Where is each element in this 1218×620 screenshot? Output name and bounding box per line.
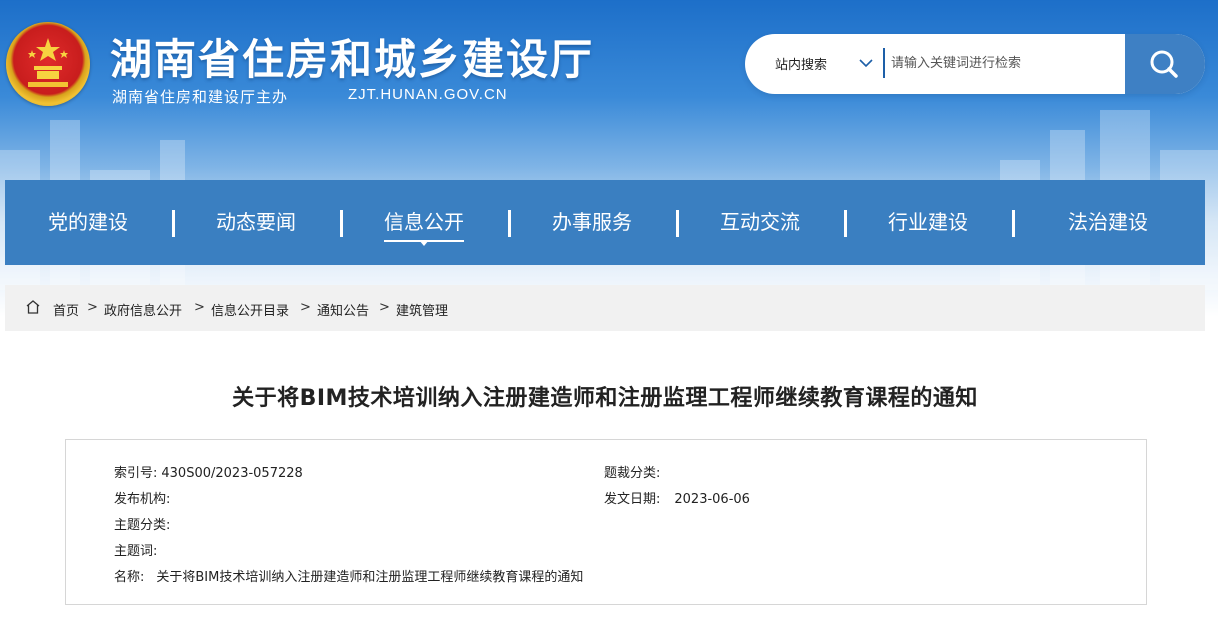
breadcrumb-info-catalog[interactable]: 信息公开目录 [211, 300, 289, 319]
site-title: 湖南省住房和城乡建设厅 [110, 35, 595, 84]
meta-date: 发文日期: 2023-06-06 [604, 488, 750, 507]
nav-label: 信息公开 [384, 210, 464, 242]
site-header: 湖南省住房和城乡建设厅 湖南省住房和建设厅主办 ZJT.HUNAN.GOV.CN… [0, 0, 1218, 440]
meta-publisher: 发布机构: [114, 488, 174, 507]
site-domain: ZJT.HUNAN.GOV.CN [348, 86, 508, 103]
breadcrumb-gov-info[interactable]: 政府信息公开 [104, 300, 182, 319]
active-caret-icon [419, 240, 429, 246]
meta-name-value: 关于将BIM技术培训纳入注册建造师和注册监理工程师继续教育课程的通知 [156, 570, 584, 585]
document-metadata: 索引号: 430S00/2023-057228 题裁分类: 发布机构: 发文日期:… [65, 439, 1147, 605]
nav-separator [508, 210, 511, 237]
article-title: 关于将BIM技术培训纳入注册建造师和注册监理工程师继续教育课程的通知 [232, 386, 978, 411]
breadcrumb-separator: > [379, 300, 390, 315]
breadcrumb-construction-mgmt[interactable]: 建筑管理 [396, 300, 448, 319]
home-icon[interactable] [24, 298, 42, 316]
nav-label: 动态要闻 [216, 210, 296, 234]
national-emblem-icon [6, 22, 90, 106]
nav-separator [844, 210, 847, 237]
nav-item-party-building[interactable]: 党的建设 [13, 180, 163, 265]
breadcrumb-home[interactable]: 首页 [53, 300, 79, 319]
nav-item-interaction[interactable]: 互动交流 [685, 180, 835, 265]
nav-item-info-disclosure[interactable]: 信息公开 [349, 180, 499, 265]
meta-category-label: 题裁分类: [604, 466, 661, 481]
nav-separator [340, 210, 343, 237]
meta-date-value: 2023-06-06 [674, 492, 750, 507]
nav-item-rule-of-law[interactable]: 法治建设 [1033, 180, 1183, 265]
meta-index-label: 索引号: [114, 466, 158, 481]
breadcrumb-separator: > [300, 300, 311, 315]
search-icon [1150, 50, 1178, 78]
meta-keywords: 主题词: [114, 540, 161, 559]
nav-separator [1012, 210, 1015, 237]
meta-date-label: 发文日期: [604, 492, 661, 507]
meta-name: 名称: 关于将BIM技术培训纳入注册建造师和注册监理工程师继续教育课程的通知 [114, 566, 583, 585]
nav-label: 行业建设 [888, 210, 968, 234]
chevron-down-icon[interactable] [857, 54, 875, 72]
nav-label: 办事服务 [552, 210, 632, 234]
search-input[interactable] [891, 48, 1117, 78]
search-divider [883, 48, 885, 78]
nav-item-industry[interactable]: 行业建设 [853, 180, 1003, 265]
meta-category: 题裁分类: [604, 462, 664, 481]
meta-index: 索引号: 430S00/2023-057228 [114, 462, 303, 481]
nav-label: 互动交流 [720, 210, 800, 234]
nav-label: 党的建设 [48, 210, 128, 234]
search-button[interactable] [1125, 34, 1205, 94]
meta-index-value: 430S00/2023-057228 [161, 466, 303, 481]
breadcrumb-notices[interactable]: 通知公告 [317, 300, 369, 319]
nav-label: 法治建设 [1068, 210, 1148, 234]
nav-separator [172, 210, 175, 237]
breadcrumb-separator: > [87, 300, 98, 315]
site-sponsor: 湖南省住房和建设厅主办 [112, 88, 289, 106]
meta-topic: 主题分类: [114, 514, 174, 533]
meta-topic-label: 主题分类: [114, 518, 171, 533]
meta-keywords-label: 主题词: [114, 544, 158, 559]
nav-separator [676, 210, 679, 237]
search-scope-select[interactable]: 站内搜索 [775, 54, 827, 73]
nav-item-news[interactable]: 动态要闻 [181, 180, 331, 265]
main-nav: 党的建设 动态要闻 信息公开 办事服务 互动交流 行业建设 法治建设 [5, 180, 1205, 265]
breadcrumb-separator: > [194, 300, 205, 315]
search-bar: 站内搜索 [745, 34, 1205, 94]
breadcrumb: 首页 > 政府信息公开 > 信息公开目录 > 通知公告 > 建筑管理 [5, 285, 1205, 331]
meta-publisher-label: 发布机构: [114, 492, 171, 507]
meta-name-label: 名称: [114, 570, 145, 585]
nav-item-services[interactable]: 办事服务 [517, 180, 667, 265]
